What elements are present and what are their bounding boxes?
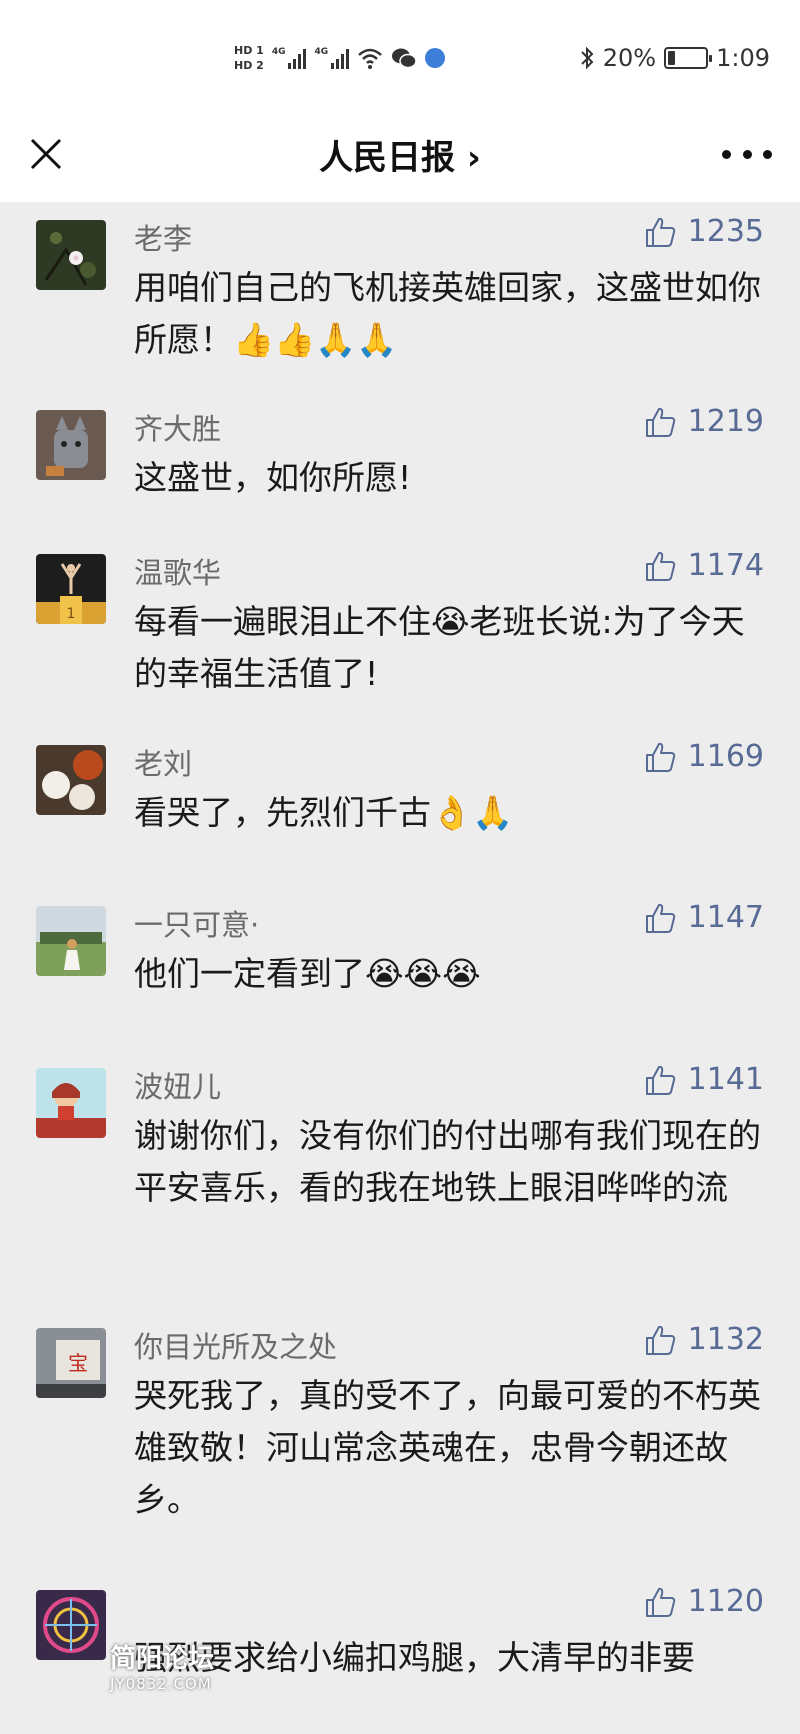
watermark-url: JY0832.COM <box>110 1675 212 1693</box>
wifi-icon <box>358 48 382 69</box>
watermark-title: 简阳论坛 <box>110 1644 215 1674</box>
comment-text: 这盛世，如你所愿! <box>134 458 412 497</box>
network-1-label: 4G <box>271 47 286 57</box>
avatar[interactable]: 宝 <box>36 1328 106 1398</box>
avatar[interactable] <box>36 1068 106 1138</box>
status-right: 20% 1:09 <box>579 40 770 76</box>
like-count: 1169 <box>687 739 764 774</box>
comment-text: 他们一定看到了😭😭😭 <box>134 954 481 993</box>
network-2-label: 4G <box>314 47 329 57</box>
comment-author: 一只可意· <box>134 908 260 942</box>
like-count: 1219 <box>687 404 764 439</box>
like-count: 1147 <box>687 900 764 935</box>
like-count: 1120 <box>687 1584 764 1619</box>
comment-author: 老李 <box>134 222 193 256</box>
like-button[interactable]: 1141 <box>644 1062 764 1097</box>
comment-text: 用咱们自己的飞机接英雄回家，这盛世如你所愿！👍👍🙏🙏 <box>134 268 761 359</box>
signal-icon-2: 4G <box>314 47 350 69</box>
thumbs-up-icon <box>645 551 675 581</box>
like-count: 1235 <box>687 214 764 249</box>
avatar[interactable]: 1 <box>36 554 106 624</box>
comment-author: 老刘 <box>134 747 193 781</box>
hd-icon: HD 1 HD 2 <box>234 43 264 73</box>
comment-author: 齐大胜 <box>134 412 222 446</box>
thumbs-up-icon <box>645 1065 675 1095</box>
comment-text: 强烈要求给小编扣鸡腿，大清早的非要 <box>134 1638 695 1677</box>
like-button[interactable]: 1219 <box>644 404 764 439</box>
clock: 1:09 <box>716 44 770 72</box>
comment-text: 谢谢你们，没有你们的付出哪有我们现在的平安喜乐，看的我在地铁上眼泪哗哗的流 <box>134 1116 761 1207</box>
comment-author: 温歌华 <box>134 556 222 590</box>
thumbs-up-icon <box>645 407 675 437</box>
like-button[interactable]: 1120 <box>644 1584 764 1619</box>
thumbs-up-icon <box>645 742 675 772</box>
like-count: 1132 <box>687 1322 764 1357</box>
avatar[interactable] <box>36 1590 106 1660</box>
page-title[interactable]: 人民日报 › <box>0 130 800 179</box>
like-button[interactable]: 1235 <box>644 214 764 249</box>
battery-percent: 20% <box>602 44 657 72</box>
globe-icon <box>425 48 446 68</box>
battery-fill <box>668 51 676 65</box>
podium-number: 1 <box>67 606 76 622</box>
wechat-icon <box>392 48 417 69</box>
comment-text: 每看一遍眼泪止不住😭老班长说:为了今天的幸福生活值了! <box>134 602 745 693</box>
like-count: 1174 <box>687 548 764 583</box>
thumbs-up-icon <box>645 217 675 247</box>
comment-text: 哭死我了，真的受不了，向最可爱的不朽英雄致敬！河山常念英魂在，忠骨今朝还故乡。 <box>134 1376 761 1519</box>
thumbs-up-icon <box>645 1587 675 1617</box>
bluetooth-icon <box>581 46 594 70</box>
like-button[interactable]: 1147 <box>644 900 764 935</box>
more-icon[interactable] <box>722 132 772 176</box>
comment-author: 你目光所及之处 <box>134 1330 338 1364</box>
hd-1-label: HD 1 <box>234 44 264 57</box>
signal-icon: 4G <box>272 47 307 69</box>
thumbs-up-icon <box>645 903 675 933</box>
hd-2-label: HD 2 <box>234 59 264 72</box>
comment-text: 看哭了，先烈们千古👌🙏 <box>134 793 514 832</box>
status-left: HD 1 HD 2 4G 4G <box>234 36 446 80</box>
like-button[interactable]: 1174 <box>644 548 764 583</box>
like-count: 1141 <box>687 1062 764 1097</box>
battery-icon <box>664 47 713 69</box>
avatar[interactable] <box>36 745 106 815</box>
comment-list[interactable]: 老李 1235 用咱们自己的飞机接英雄回家，这盛世如你所愿！👍👍🙏🙏 齐大胜 1… <box>0 202 800 1734</box>
thumbs-up-icon <box>645 1325 675 1355</box>
watermark: 简阳论坛 JY0832.COM <box>110 1638 214 1693</box>
like-button[interactable]: 1132 <box>644 1322 764 1357</box>
comment-author: 波妞儿 <box>134 1070 222 1104</box>
avatar[interactable] <box>36 906 106 976</box>
avatar[interactable] <box>36 410 106 480</box>
avatar-sign-text: 宝 <box>68 1351 88 1375</box>
avatar[interactable] <box>36 220 106 290</box>
nav-bar: 人民日报 › <box>0 110 800 202</box>
like-button[interactable]: 1169 <box>644 739 764 774</box>
status-bar: HD 1 HD 2 4G 4G 20% 1:09 <box>0 0 800 110</box>
